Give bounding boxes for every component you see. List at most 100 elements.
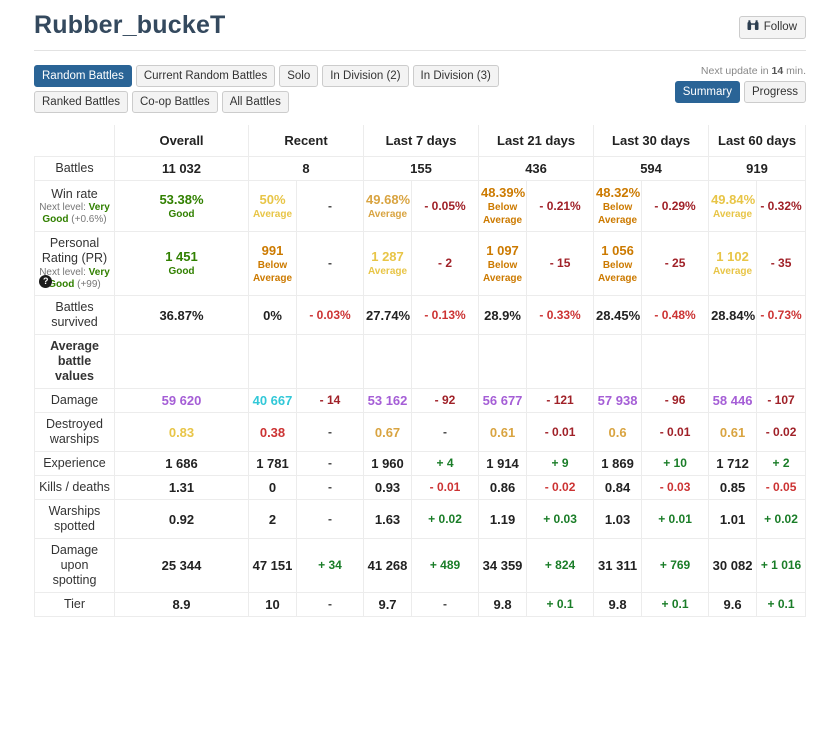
cell-value: 59 620 [114, 388, 249, 413]
summary-progress-tabs: Summary Progress [674, 81, 806, 103]
cell-value-text: 991 [261, 242, 284, 258]
cell-value: 41 268 [363, 538, 413, 593]
cell-value: 49.68% Average [363, 180, 413, 232]
follow-button-label: Follow [763, 21, 797, 34]
mode-tab-in-division-2[interactable]: In Division (2) [322, 65, 409, 87]
row-label-text: Battles survived [51, 300, 98, 329]
cell-value [114, 334, 249, 389]
cell-delta: - [295, 592, 365, 617]
cell-value-text: 0.85 [719, 480, 746, 495]
cell-value: 58 446 [708, 388, 758, 413]
cell-value-text: 28.84% [711, 307, 756, 323]
mode-tab-ranked-battles[interactable]: Ranked Battles [34, 91, 128, 113]
cell-value: 8.9 [114, 592, 249, 617]
cell-value [248, 334, 297, 389]
cell-delta: + 489 [411, 538, 480, 593]
cell-value: 1 960 [363, 451, 413, 476]
cell-delta: + 824 [526, 538, 595, 593]
cell-value [363, 334, 413, 389]
cell-grade-label: Good [168, 266, 195, 277]
next-level-amount: (+0.6%) [68, 213, 107, 225]
cell-delta: - 0.05 [756, 475, 806, 500]
cell-value: 11 032 [114, 156, 249, 181]
row-label-text: Destroyed warships [46, 417, 103, 446]
cell-value: 1.01 [708, 499, 758, 539]
cell-delta [526, 334, 595, 389]
next-update-value: 14 [771, 65, 784, 77]
cell-grade-label: Below Average [482, 259, 523, 284]
cell-value-text: 1 451 [165, 249, 198, 264]
cell-value: 1 287 Average [363, 231, 413, 296]
cell-value-text: 27.74% [366, 307, 411, 323]
cell-value: 1 686 [114, 451, 249, 476]
mode-tab-random-battles[interactable]: Random Battles [34, 65, 132, 87]
cell-delta: - 121 [526, 388, 595, 413]
cell-value-text: 49.68% [366, 191, 411, 207]
mode-tab-all-battles[interactable]: All Battles [221, 91, 289, 113]
row-label-text: Win rate [51, 186, 98, 201]
cell-value-text: 49.84% [711, 191, 756, 207]
cell-value-text: 1 287 [371, 249, 404, 264]
cell-value [478, 334, 528, 389]
cell-value-text: 30 082 [712, 558, 753, 573]
cell-delta: + 769 [641, 538, 710, 593]
follow-button[interactable]: Follow [738, 16, 806, 39]
cell-value: 436 [478, 156, 595, 181]
view-tab-progress[interactable]: Progress [743, 81, 806, 103]
cell-delta: + 0.1 [526, 592, 595, 617]
cell-value: 0 [248, 475, 297, 500]
cell-value-text: 0.61 [719, 424, 746, 440]
table-row: Kills / deaths 1.31 0 -0.93 - 0.01 0.86 - 0.02… [34, 475, 806, 500]
cell-delta: - 0.01 [641, 412, 710, 452]
view-controls: Next update in 14 min. Summary Progress [674, 65, 806, 103]
cell-delta: + 0.1 [641, 592, 710, 617]
cell-value: 53.38% Good [114, 180, 249, 232]
row-label-battles: Battles [34, 156, 115, 181]
column-header-last-21-days: Last 21 days [478, 125, 595, 157]
mode-tab-co-op-battles[interactable]: Co-op Battles [132, 91, 218, 113]
cell-delta [641, 334, 710, 389]
cell-delta: - [411, 412, 480, 452]
cell-value: 36.87% [114, 295, 249, 335]
mode-tab-current-random-battles[interactable]: Current Random Battles [135, 65, 276, 87]
cell-value: 57 938 [593, 388, 643, 413]
row-label-average-battle-values: Average battle values [34, 334, 115, 389]
cell-value: 9.7 [363, 592, 413, 617]
cell-value-text: 40 667 [252, 393, 293, 408]
cell-value-text: 0.67 [374, 424, 401, 440]
cell-value: 0.6 [593, 412, 643, 452]
row-label-text: Damage upon spotting [50, 543, 99, 587]
row-label-text: Tier [63, 597, 86, 611]
table-row: Battles 11 032 8 155 436 594 919 [34, 156, 806, 181]
cell-delta: - 35 [756, 231, 806, 296]
cell-value-text: 58 446 [712, 393, 753, 408]
cell-value: 1.63 [363, 499, 413, 539]
cell-delta: + 4 [411, 451, 480, 476]
cell-value-text: 1 056 [601, 242, 634, 258]
cell-value-text: 25 344 [161, 558, 202, 573]
mode-tab-solo[interactable]: Solo [279, 65, 319, 87]
cell-value [708, 334, 758, 389]
view-tab-summary[interactable]: Summary [674, 81, 740, 103]
cell-value-text: 9.6 [723, 597, 742, 612]
cell-value-text: 50% [259, 191, 286, 207]
binoculars-icon [747, 20, 759, 35]
cell-delta: - 96 [641, 388, 710, 413]
cell-delta: + 1 016 [756, 538, 806, 593]
statistics-table: Overall Recent Last 7 days Last 21 days Last… [34, 125, 806, 617]
cell-delta: - 0.02 [756, 412, 806, 452]
cell-value-text: 1.63 [374, 511, 401, 527]
cell-delta: - 0.01 [411, 475, 480, 500]
cell-value: 50% Average [248, 180, 297, 232]
table-row: Warships spotted 0.92 2 -1.63 + 0.02 1.19 + 0.… [34, 499, 806, 539]
cell-delta: - 0.32% [756, 180, 806, 232]
mode-tab-in-division-3[interactable]: In Division (3) [412, 65, 499, 87]
cell-value: 0.67 [363, 412, 413, 452]
row-label-text: Experience [43, 456, 106, 470]
cell-value: 0.61 [478, 412, 528, 452]
cell-value: 0.85 [708, 475, 758, 500]
cell-grade-label: Below Average [597, 259, 638, 284]
cell-value: 1.19 [478, 499, 528, 539]
cell-delta: - [295, 475, 365, 500]
table-body: Battles 11 032 8 155 436 594 919 Win rate Next l… [34, 156, 806, 617]
